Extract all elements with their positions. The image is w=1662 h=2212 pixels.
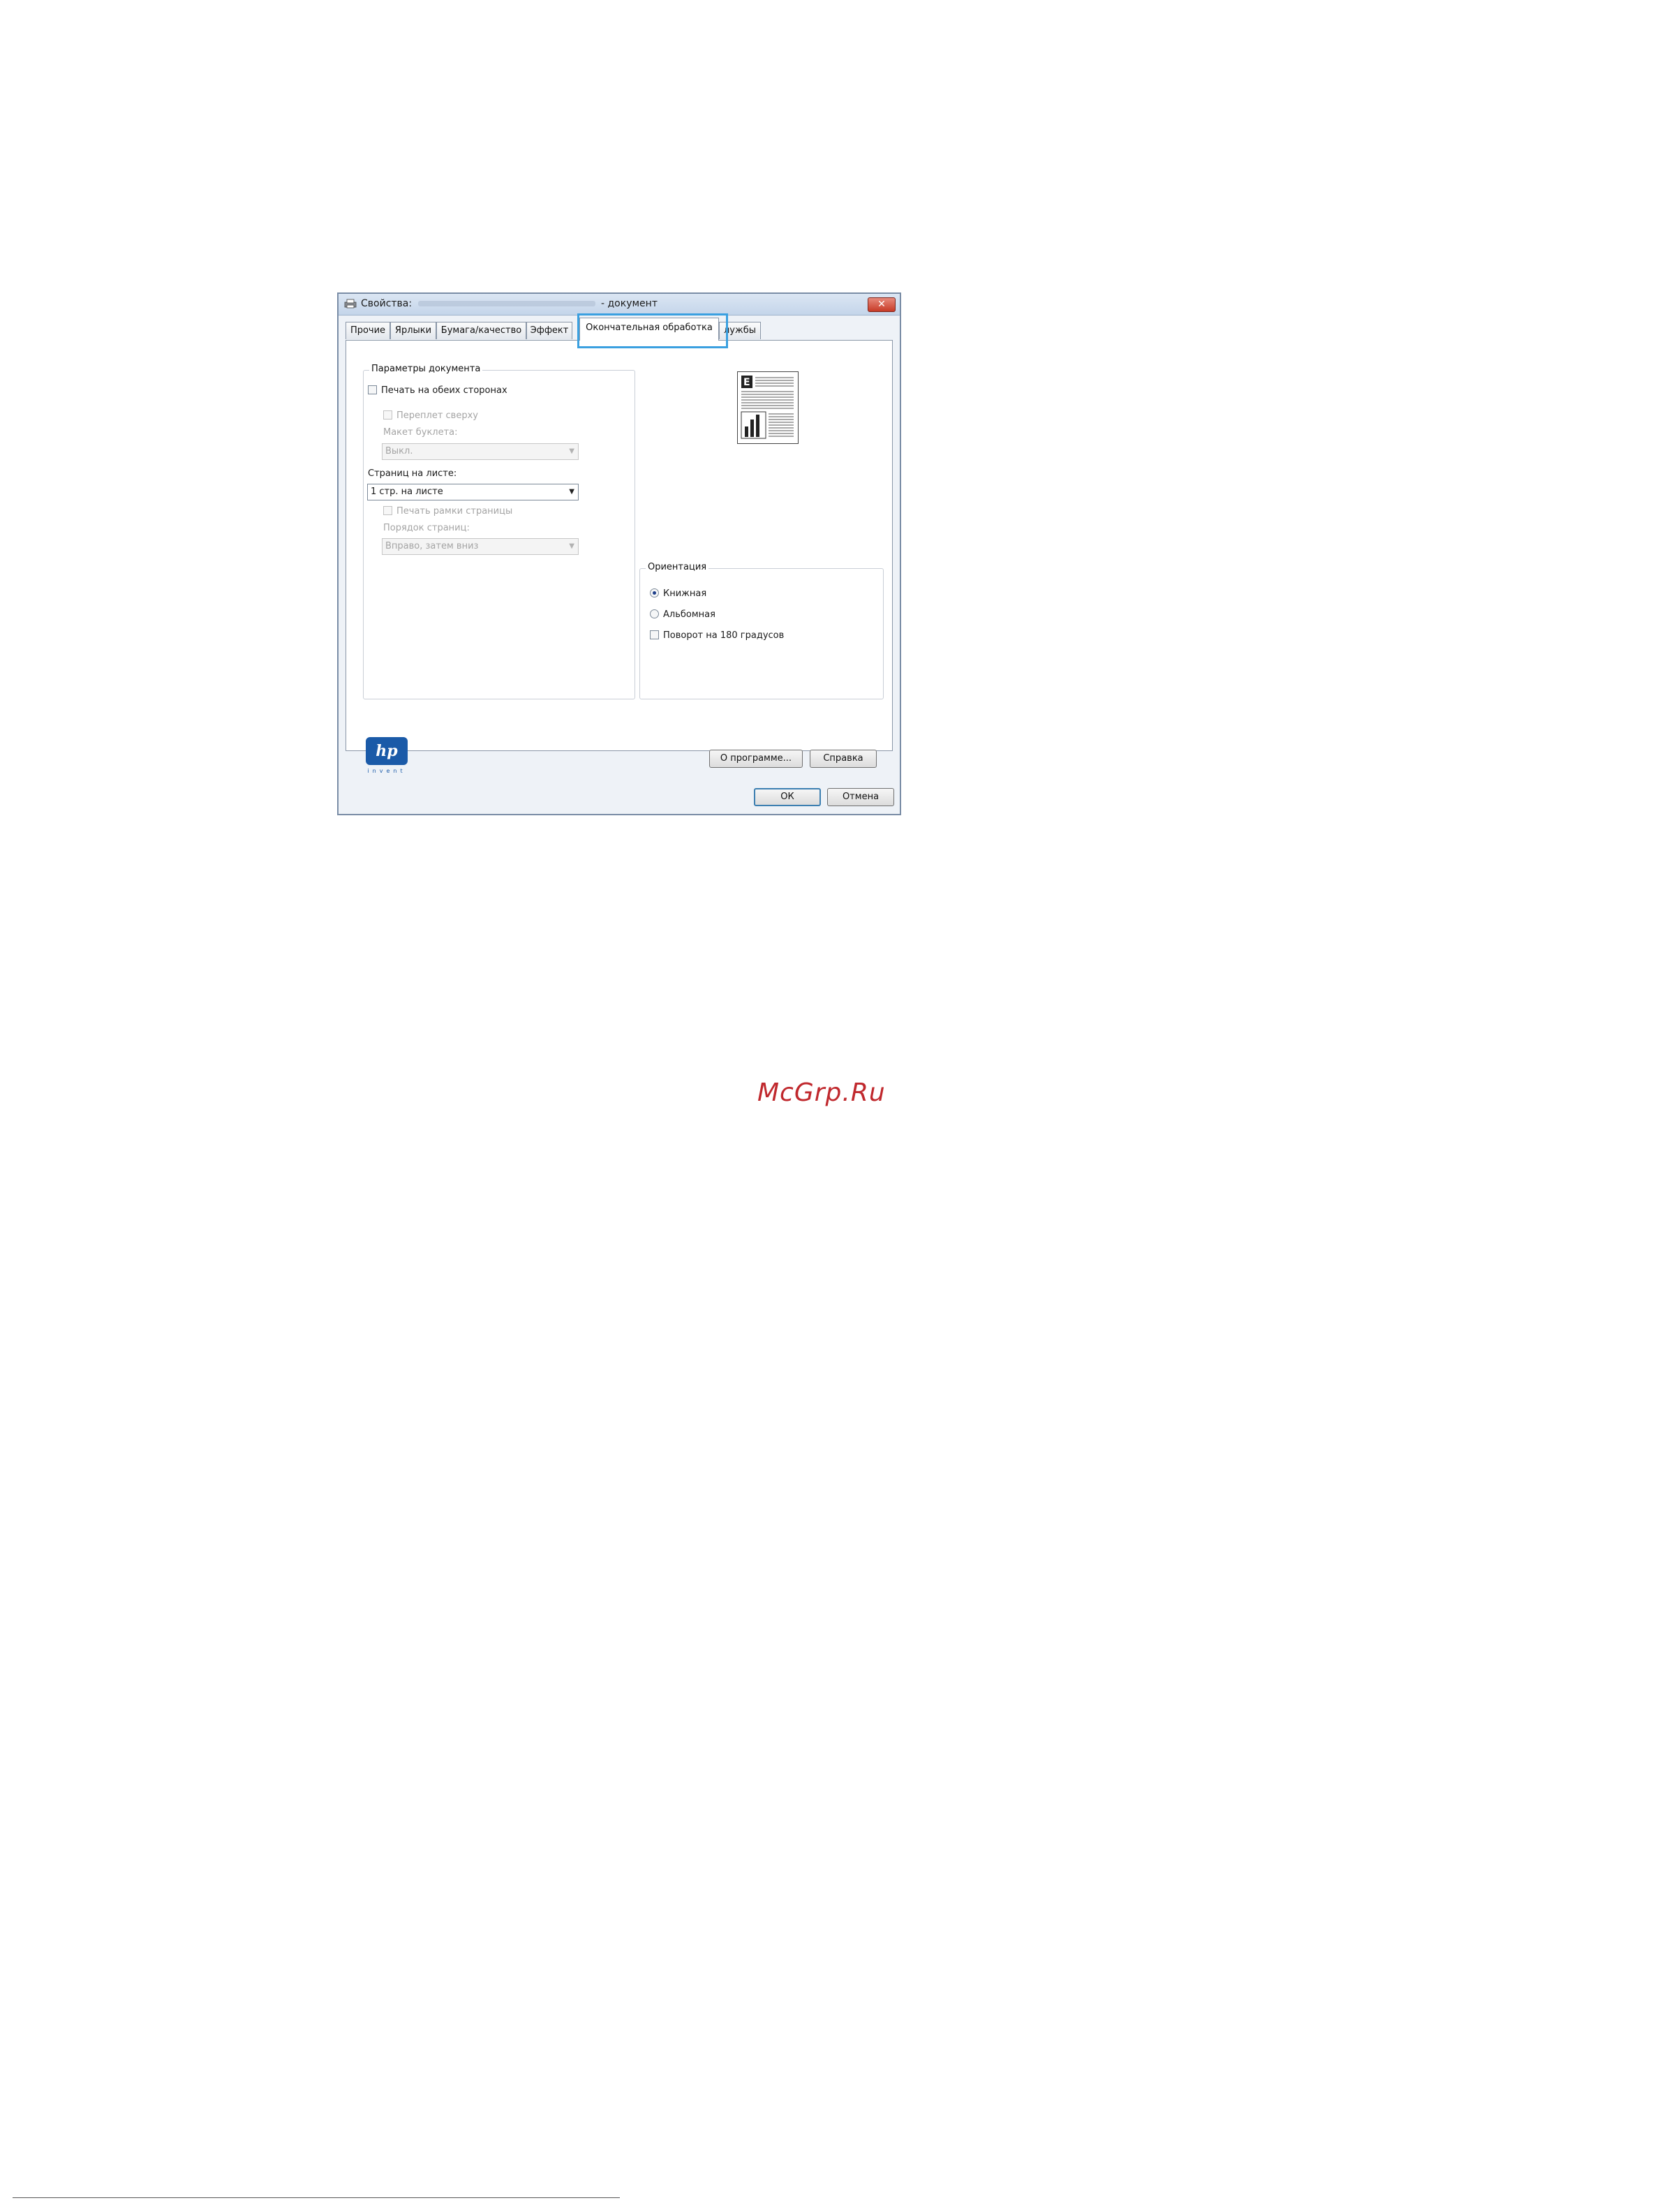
svg-text:E: E (743, 377, 750, 388)
tab-finishing[interactable]: Окончательная обработка (579, 318, 719, 341)
landscape-label: Альбомная (663, 609, 715, 620)
flip-pages-up-label: Переплет сверху (396, 410, 478, 421)
portrait-row[interactable]: Книжная (650, 588, 706, 599)
pages-per-sheet-select[interactable]: 1 стр. на листе ▼ (367, 484, 579, 500)
chevron-down-icon: ▼ (569, 447, 574, 455)
blurred-printer-name (417, 301, 595, 306)
title-bar[interactable]: Свойства: - документ ✕ (339, 294, 900, 316)
flip-pages-up-row[interactable]: Переплет сверху (383, 410, 478, 421)
page-order-value: Вправо, затем вниз (385, 541, 479, 551)
finishing-panel: Параметры документа Печать на обеих стор… (346, 340, 893, 774)
about-button[interactable]: О программе... (709, 750, 803, 768)
print-page-borders-row[interactable]: Печать рамки страницы (383, 506, 512, 517)
landscape-row[interactable]: Альбомная (650, 609, 715, 620)
pages-per-sheet-value: 1 стр. на листе (371, 487, 443, 497)
document-preview-icon: E (741, 376, 794, 439)
cancel-button[interactable]: Отмена (827, 788, 894, 806)
tab-shortcuts[interactable]: Ярлыки (390, 322, 436, 339)
print-both-sides-checkbox[interactable] (368, 385, 377, 394)
rotate-180-label: Поворот на 180 градусов (663, 630, 785, 641)
booklet-layout-label: Макет буклета: (383, 427, 458, 438)
close-button[interactable]: ✕ (868, 297, 896, 312)
print-both-sides-label: Печать на обеих сторонах (381, 385, 507, 396)
title-suffix: - документ (601, 298, 658, 309)
tab-services[interactable]: лужбы (719, 322, 761, 339)
orientation-group: Ориентация Книжная Альбомная Поворот на … (639, 562, 884, 699)
hp-logo: hp invent (366, 737, 409, 782)
footer-divider (13, 2197, 620, 2198)
document-options-group: Параметры документа Печать на обеих стор… (363, 364, 635, 699)
tab-effects[interactable]: Эффект (526, 322, 572, 339)
booklet-layout-select[interactable]: Выкл. ▼ (382, 443, 579, 460)
page-order-select[interactable]: Вправо, затем вниз ▼ (382, 538, 579, 555)
title-prefix: Свойства: (361, 298, 413, 309)
page-order-label: Порядок страниц: (383, 523, 470, 533)
pages-per-sheet-label: Страниц на листе: (368, 468, 457, 479)
flip-pages-up-checkbox[interactable] (383, 410, 392, 420)
booklet-layout-value: Выкл. (385, 446, 413, 456)
ok-button[interactable]: ОК (754, 788, 821, 806)
print-page-borders-label: Печать рамки страницы (396, 506, 513, 517)
site-watermark: McGrp.Ru (757, 1078, 886, 1107)
hp-logo-tagline: invent (367, 768, 406, 774)
page-preview-image: E (737, 371, 799, 444)
print-both-sides-row[interactable]: Печать на обеих сторонах (368, 385, 507, 396)
printer-icon (344, 299, 357, 309)
print-page-borders-checkbox[interactable] (383, 506, 392, 515)
rotate-180-checkbox[interactable] (650, 630, 659, 639)
orientation-title: Ориентация (646, 562, 709, 572)
chevron-down-icon: ▼ (569, 488, 574, 496)
document-options-title: Параметры документа (369, 364, 483, 374)
rotate-180-row[interactable]: Поворот на 180 градусов (650, 630, 784, 641)
tab-paper-quality[interactable]: Бумага/качество (436, 322, 526, 339)
help-button[interactable]: Справка (810, 750, 877, 768)
chevron-down-icon: ▼ (569, 542, 574, 550)
window-title: Свойства: - документ (361, 298, 658, 309)
landscape-radio[interactable] (650, 609, 659, 618)
portrait-label: Книжная (663, 588, 707, 599)
portrait-radio[interactable] (650, 588, 659, 597)
hp-logo-mark: hp (366, 737, 408, 765)
tab-other[interactable]: Прочие (346, 322, 390, 339)
printer-properties-dialog: Свойства: - документ ✕ Прочие Ярлыки Бум… (337, 292, 901, 815)
